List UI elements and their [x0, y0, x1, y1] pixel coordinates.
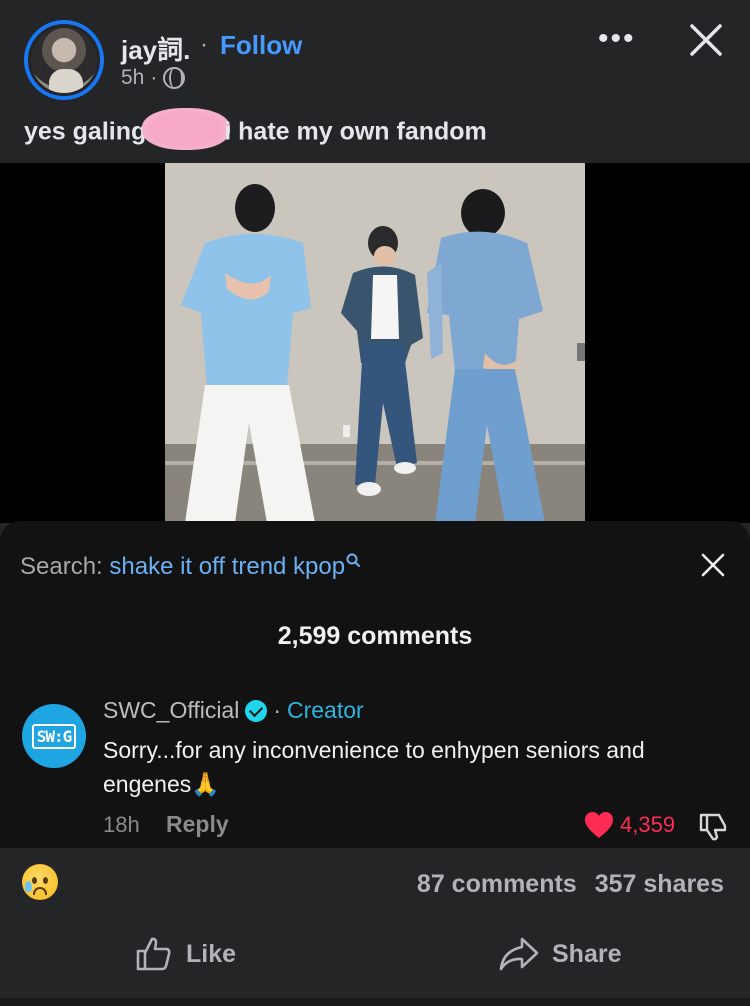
caption-text-end: i hate my own fandom [224, 117, 487, 146]
post-meta: 5h · [121, 66, 186, 90]
post-time[interactable]: 5h [121, 66, 144, 90]
close-icon[interactable] [686, 20, 726, 60]
sad-reaction-icon[interactable] [22, 864, 58, 900]
comments-count-title: 2,599 comments [277, 622, 473, 650]
follow-button[interactable]: Follow [220, 30, 302, 61]
like-label: Like [186, 939, 237, 968]
heart-icon[interactable] [584, 811, 614, 839]
share-button[interactable]: Share [498, 934, 621, 974]
like-button[interactable]: Like [134, 934, 236, 974]
share-label: Share [552, 939, 622, 968]
share-arrow-icon [499, 937, 539, 971]
video-frame [165, 163, 585, 523]
globe-icon[interactable] [163, 67, 186, 89]
post-header: jay詞. · Follow 5h · ••• [0, 0, 750, 110]
comment-text: Sorry...for any inconvenience to enhypen… [103, 737, 645, 797]
shares-count[interactable]: 357 shares [595, 870, 724, 898]
redaction-scribble [142, 108, 231, 150]
name-separator: · [200, 31, 208, 58]
comment-like-count: 4,359 [620, 812, 676, 837]
avatar-photo [31, 27, 97, 93]
comments-sheet: Search: shake it off trend kpop 2,599 co… [0, 521, 750, 848]
creator-separator: · [273, 697, 281, 723]
post-media[interactable] [0, 163, 750, 523]
commenter-line: SWC_Official · Creator [103, 697, 364, 724]
time-separator: · [150, 66, 158, 89]
dislike-icon[interactable] [697, 810, 729, 842]
search-icon[interactable] [345, 553, 361, 571]
reply-button[interactable]: Reply [166, 811, 229, 838]
commenter-username[interactable]: SWC_Official [103, 697, 239, 724]
comments-count[interactable]: 87 comments [417, 870, 577, 898]
search-term[interactable]: shake it off trend kpop [109, 553, 345, 580]
commenter-logo: SW:G [31, 723, 77, 749]
search-label: Search: [20, 553, 110, 580]
commenter-avatar[interactable]: SW:G [22, 704, 86, 768]
creator-label: Creator [287, 697, 364, 723]
more-options-button[interactable]: ••• [598, 24, 636, 54]
verified-badge-icon [245, 699, 268, 722]
search-suggestion[interactable]: Search: shake it off trend kpop [20, 553, 361, 581]
post-stats: 87 comments 357 shares [417, 870, 724, 899]
comment-time: 18h [103, 812, 140, 837]
close-comments-icon[interactable] [700, 552, 726, 578]
caption-text-start: yes galing [24, 117, 147, 146]
post-caption: yes galing i hate my own fandom [24, 108, 487, 150]
thumbs-up-icon [136, 937, 171, 971]
dancers-illustration [165, 184, 585, 523]
author-avatar[interactable] [24, 20, 104, 100]
post-footer: 87 comments 357 shares Like Share [0, 848, 750, 1006]
author-name[interactable]: jay詞. [121, 30, 190, 67]
bottom-divider [0, 998, 750, 1006]
